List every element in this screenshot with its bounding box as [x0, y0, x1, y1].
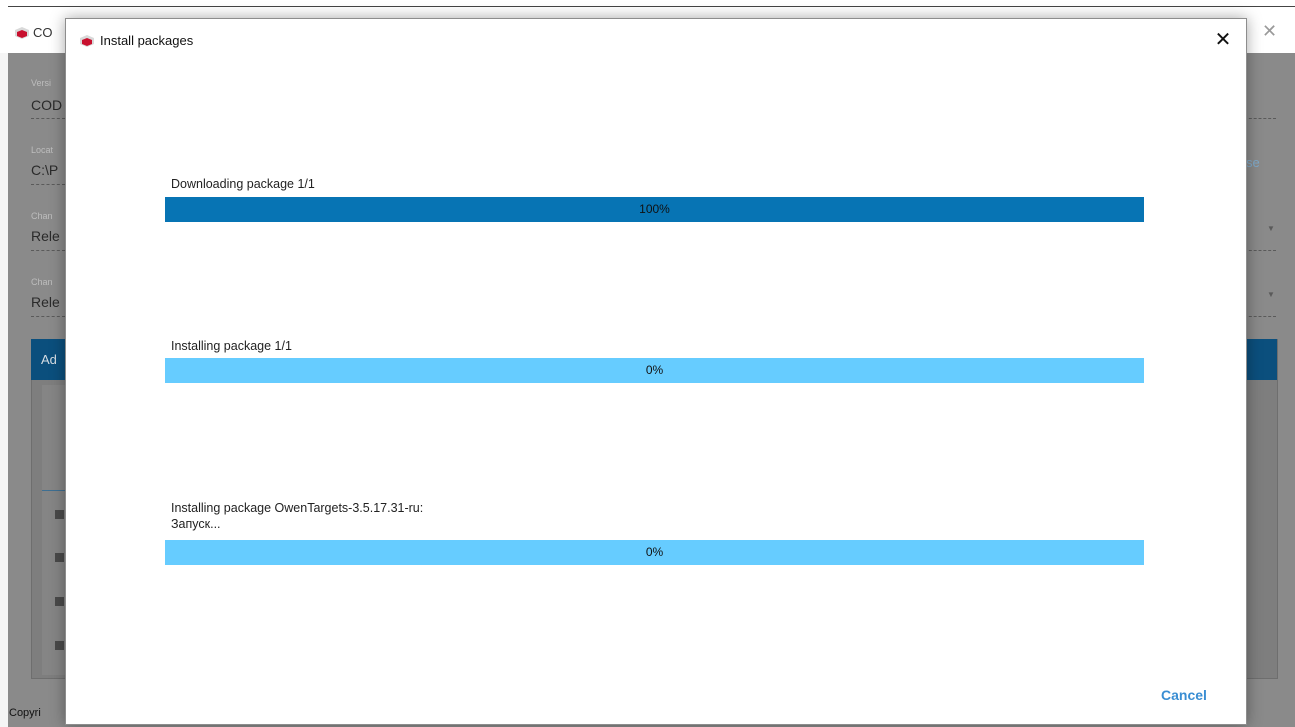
- panel-divider: [42, 490, 65, 491]
- progress-bar-download: 100%: [165, 197, 1144, 222]
- field-underline: [31, 250, 65, 251]
- progress-bar-package: 0%: [165, 540, 1144, 565]
- step-label-package: Installing package OwenTargets-3.5.17.31…: [171, 500, 423, 532]
- progress-bar-text: 100%: [639, 202, 670, 216]
- app-logo-icon: [15, 27, 29, 39]
- field-label: Versi: [31, 78, 52, 88]
- footer-copyright: Copyri: [9, 707, 41, 719]
- panel-title: Ad: [41, 352, 57, 367]
- field-underline: [1244, 250, 1276, 251]
- chevron-down-icon[interactable]: ▼: [1267, 224, 1275, 233]
- step-label-package-line2: Запуск...: [171, 517, 221, 531]
- channel-dropdown[interactable]: Rele: [31, 228, 60, 244]
- progress-bar-text: 0%: [645, 363, 664, 377]
- list-item-icon: [55, 510, 64, 519]
- list-item-icon: [55, 553, 64, 562]
- field-value[interactable]: C:\P: [31, 162, 58, 178]
- background-window-title: CO: [33, 25, 53, 40]
- browse-link[interactable]: se: [1246, 155, 1260, 170]
- step-label-download: Downloading package 1/1: [171, 177, 315, 191]
- field-underline: [1244, 316, 1276, 317]
- step-label-package-line1: Installing package OwenTargets-3.5.17.31…: [171, 501, 424, 515]
- panel-content: [42, 385, 65, 675]
- field-label: Chan: [31, 277, 53, 287]
- field-underline: [1244, 118, 1276, 119]
- field-label: Chan: [31, 211, 53, 221]
- step-label-install: Installing package 1/1: [171, 339, 292, 353]
- install-packages-dialog: Install packages ✕ Downloading package 1…: [65, 18, 1247, 725]
- chevron-down-icon[interactable]: ▼: [1267, 290, 1275, 299]
- field-underline: [31, 118, 65, 119]
- app-logo-icon: [80, 35, 94, 47]
- background-close-icon[interactable]: ✕: [1262, 22, 1277, 40]
- progress-bar-text: 0%: [645, 545, 664, 559]
- channel-dropdown[interactable]: Rele: [31, 294, 60, 310]
- field-underline: [31, 316, 65, 317]
- panel-header: [1244, 339, 1277, 380]
- dialog-title: Install packages: [100, 33, 194, 48]
- list-item-icon: [55, 641, 64, 650]
- field-underline: [31, 184, 65, 185]
- close-icon[interactable]: ✕: [1210, 27, 1236, 53]
- list-item-icon: [55, 597, 64, 606]
- field-value[interactable]: COD: [31, 97, 62, 113]
- window-edge: [0, 53, 8, 727]
- field-label: Locat: [31, 145, 54, 155]
- progress-bar-install: 0%: [165, 358, 1144, 383]
- cancel-button[interactable]: Cancel: [1161, 687, 1207, 703]
